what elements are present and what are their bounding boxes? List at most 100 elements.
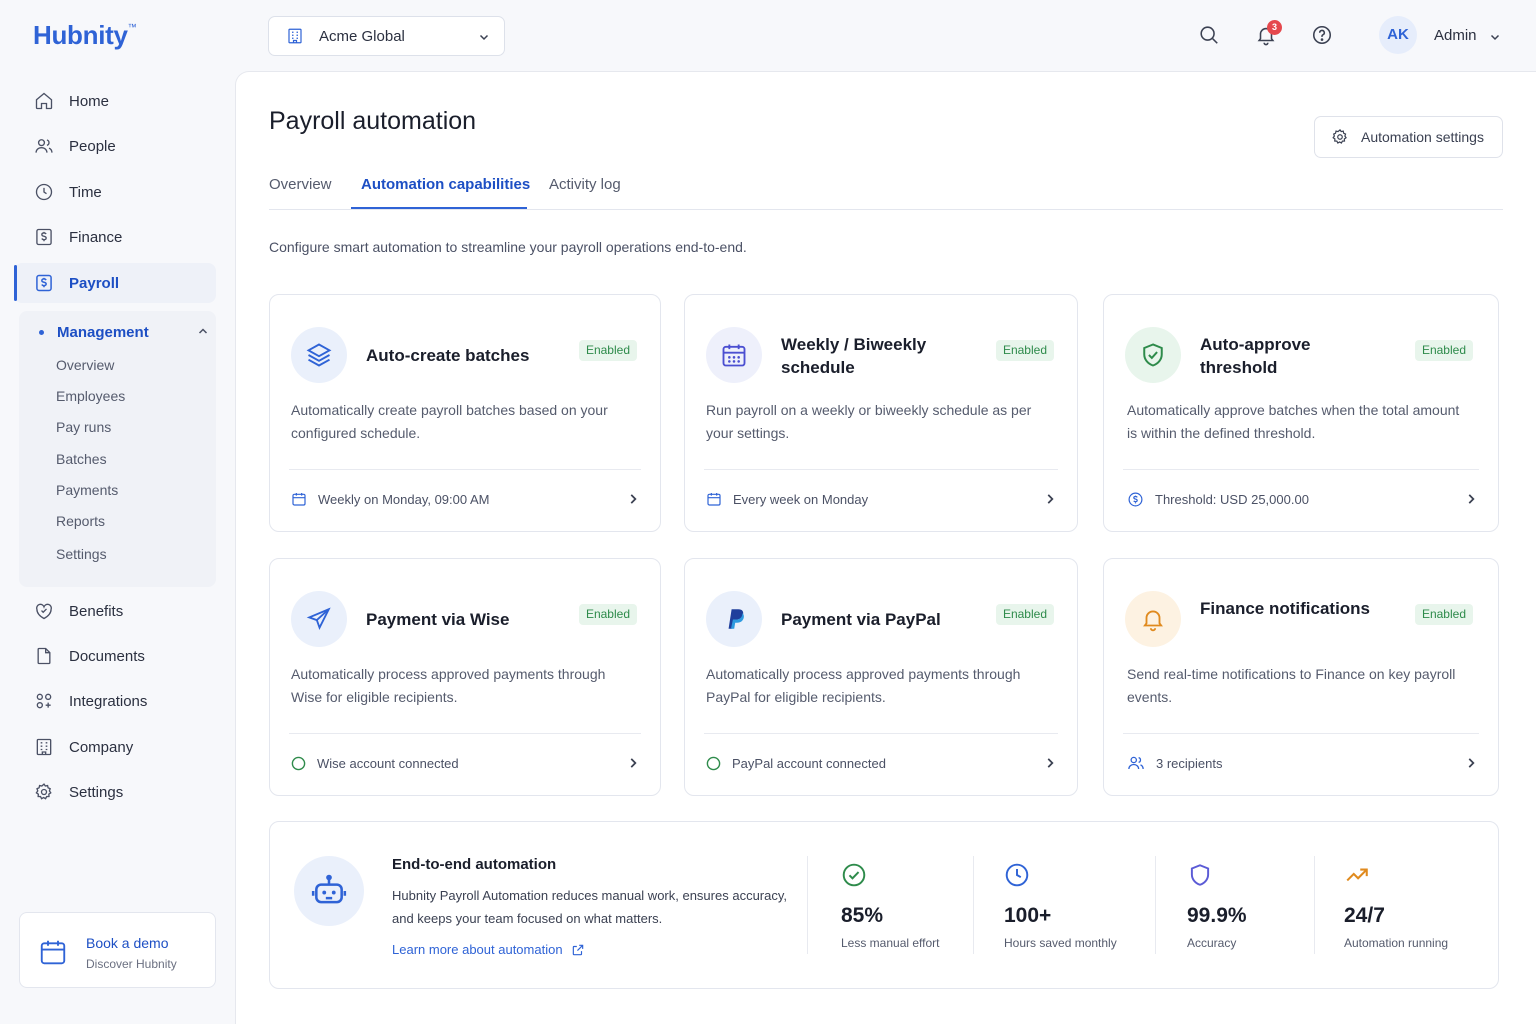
card-footer-text: 3 recipients	[1156, 755, 1223, 771]
card-finance-notifications[interactable]: Finance notifications Enabled Send real-…	[1103, 558, 1499, 796]
sidebar-item-people[interactable]: People	[14, 126, 216, 166]
card-title: Payment via Wise	[366, 610, 510, 629]
card-footer-text: Threshold: USD 25,000.00	[1155, 491, 1309, 507]
card-payment-via-paypal[interactable]: Payment via PayPal Enabled Automatically…	[684, 558, 1078, 796]
card-payment-via-wise[interactable]: Payment via Wise Enabled Automatically p…	[269, 558, 661, 796]
card-auto-create-batches[interactable]: Auto-create batches Enabled Automaticall…	[269, 294, 661, 532]
card-footer-link[interactable]: Threshold: USD 25,000.00	[1127, 489, 1478, 509]
sidebar-item-company[interactable]: Company	[14, 727, 216, 767]
sidebar-item-documents[interactable]: Documents	[14, 636, 216, 676]
stat-value: 24/7	[1344, 904, 1385, 927]
sidebar: Hubnity™ Home People Time Finance Payrol…	[0, 0, 234, 1024]
organization-name: Acme Global	[319, 27, 405, 45]
tab-automation-capabilities[interactable]: Automation capabilities	[361, 176, 530, 210]
card-weekly-biweekly-schedule[interactable]: Weekly / Biweekly schedule Enabled Run p…	[684, 294, 1078, 532]
chevron-right-icon	[630, 494, 637, 504]
divider	[1314, 856, 1315, 954]
learn-more-link[interactable]: Learn more about automation	[392, 942, 585, 957]
tab-bar: Overview Automation capabilities Activit…	[269, 174, 1503, 210]
users-icon	[1128, 756, 1144, 770]
shield-check-icon	[1125, 327, 1181, 383]
stat-manual-effort: 85% Less manual effort	[841, 862, 940, 950]
sidebar-item-payroll[interactable]: Payroll	[14, 263, 216, 303]
submenu-item-payments[interactable]: Payments	[56, 482, 118, 498]
card-title: Auto-approve threshold	[1200, 335, 1311, 377]
card-footer-link[interactable]: 3 recipients	[1127, 753, 1478, 773]
automation-settings-button[interactable]: Automation settings	[1314, 116, 1503, 158]
calendar-icon	[40, 940, 66, 965]
circle-icon	[706, 756, 721, 770]
summary-description: Hubnity Payroll Automation reduces manua…	[392, 888, 788, 926]
end-to-end-automation-panel: End-to-end automation Hubnity Payroll Au…	[269, 821, 1499, 989]
sidebar-item-home[interactable]: Home	[14, 81, 216, 121]
avatar[interactable]: AK	[1379, 16, 1417, 54]
clock-icon	[1005, 863, 1029, 887]
chevron-right-icon	[1468, 494, 1475, 504]
brand-logo[interactable]: Hubnity™	[33, 20, 137, 51]
submenu-item-pay-runs[interactable]: Pay runs	[56, 419, 111, 435]
chevron-right-icon	[1047, 758, 1054, 768]
divider	[289, 733, 641, 734]
submenu-item-employees[interactable]: Employees	[56, 388, 125, 404]
sidebar-item-time[interactable]: Time	[14, 172, 216, 212]
chevron-down-icon[interactable]	[1489, 31, 1501, 43]
card-footer-text: Every week on Monday	[733, 491, 869, 507]
status-badge: Enabled	[995, 604, 1054, 625]
payroll-icon	[36, 274, 52, 292]
submenu-toggle-management[interactable]: Management	[39, 321, 209, 343]
chevron-right-icon	[1047, 494, 1054, 504]
card-footer-text: Wise account connected	[317, 755, 459, 771]
card-footer-link[interactable]: Weekly on Monday, 09:00 AM	[291, 489, 640, 509]
divider	[973, 856, 974, 954]
submenu-item-batches[interactable]: Batches	[56, 451, 107, 467]
calendar-icon	[706, 327, 762, 383]
trademark: ™	[127, 22, 137, 32]
check-circle-icon	[842, 863, 866, 887]
sidebar-item-label: Time	[69, 183, 102, 201]
document-icon	[37, 647, 51, 665]
card-footer-text: PayPal account connected	[732, 755, 886, 771]
card-footer-link[interactable]: PayPal account connected	[706, 753, 1057, 773]
card-title: Auto-create batches	[366, 346, 530, 365]
active-dot	[39, 329, 44, 335]
card-title: Weekly / Biweekly schedule	[781, 335, 927, 377]
tab-activity-log[interactable]: Activity log	[549, 176, 621, 210]
sidebar-item-label: Company	[69, 738, 134, 756]
home-icon	[35, 92, 53, 110]
stat-value: 85%	[841, 904, 884, 927]
divider	[807, 856, 808, 954]
sidebar-item-label: Payroll	[69, 274, 120, 292]
card-footer-link[interactable]: Wise account connected	[291, 753, 640, 773]
building-icon	[288, 28, 302, 44]
page-intro: Configure smart automation to streamline…	[269, 239, 747, 255]
sidebar-item-settings[interactable]: Settings	[14, 772, 216, 812]
finance-icon	[36, 228, 52, 246]
user-name[interactable]: Admin	[1434, 27, 1477, 44]
gear-icon	[35, 783, 52, 800]
sidebar-item-integrations[interactable]: Integrations	[14, 681, 216, 721]
help-icon[interactable]	[1311, 24, 1333, 46]
card-auto-approve-threshold[interactable]: Auto-approve threshold Enabled Automatic…	[1103, 294, 1499, 532]
card-description: Send real-time notifications to Finance …	[1127, 666, 1456, 705]
card-footer-text: Weekly on Monday, 09:00 AM	[318, 491, 490, 507]
sidebar-item-label: Documents	[69, 647, 145, 665]
submenu-item-reports[interactable]: Reports	[56, 513, 105, 529]
layers-icon	[291, 327, 347, 383]
calendar-icon	[707, 493, 721, 506]
send-icon	[291, 591, 347, 647]
circle-icon	[291, 756, 306, 770]
organization-selector[interactable]: Acme Global	[268, 16, 505, 56]
learn-more-label: Learn more about automation	[392, 942, 563, 957]
page-title: Payroll automation	[269, 107, 477, 135]
stat-value: 100+	[1004, 904, 1052, 927]
sidebar-item-finance[interactable]: Finance	[14, 217, 216, 257]
submenu-item-overview[interactable]: Overview	[56, 357, 114, 373]
sidebar-item-benefits[interactable]: Benefits	[14, 591, 216, 631]
submenu-item-settings[interactable]: Settings	[56, 546, 107, 562]
tab-overview[interactable]: Overview	[269, 176, 332, 210]
chevron-up-icon	[198, 328, 208, 334]
status-badge: Enabled	[578, 604, 637, 625]
book-demo-card[interactable]: Book a demo Discover Hubnity	[19, 912, 216, 988]
card-footer-link[interactable]: Every week on Monday	[706, 489, 1057, 509]
search-icon[interactable]	[1198, 24, 1220, 46]
